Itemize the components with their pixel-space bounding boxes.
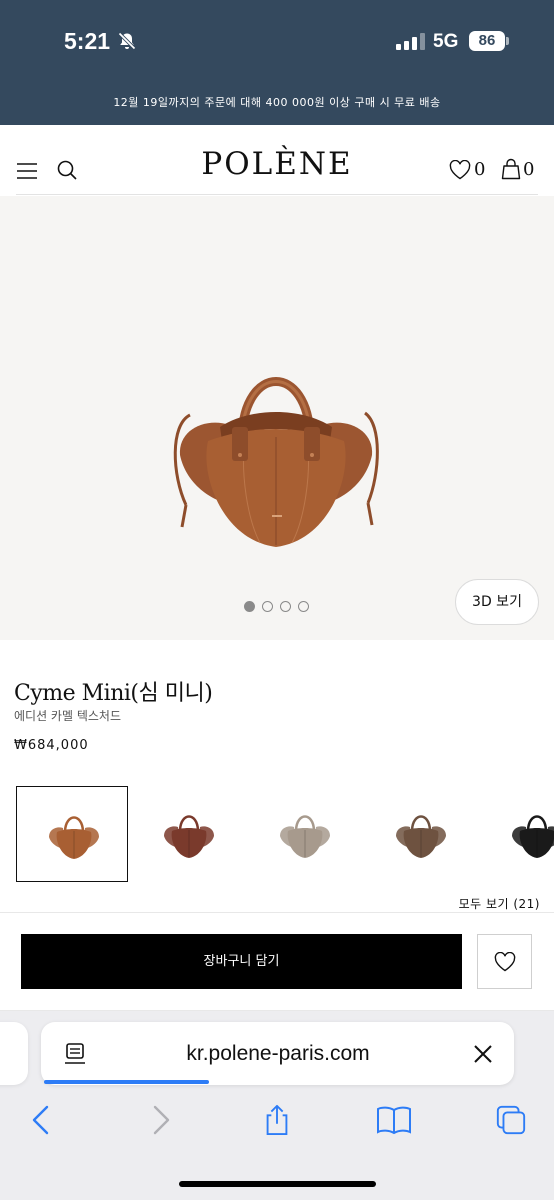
swatch-bag-image bbox=[396, 815, 446, 858]
gallery-dot[interactable] bbox=[244, 601, 255, 612]
wishlist-count: 0 bbox=[474, 159, 486, 180]
gallery-dot[interactable] bbox=[262, 601, 273, 612]
shopping-bag-icon[interactable] bbox=[501, 158, 521, 180]
product-image-bag[interactable] bbox=[160, 355, 392, 555]
heart-icon bbox=[494, 952, 516, 972]
share-icon[interactable] bbox=[262, 1104, 292, 1136]
divider bbox=[0, 912, 554, 913]
product-name: Cyme Mini(심 미니) bbox=[14, 681, 213, 706]
close-icon[interactable] bbox=[473, 1044, 493, 1064]
gallery-dots bbox=[244, 601, 309, 612]
color-swatch[interactable] bbox=[248, 786, 360, 882]
url-text[interactable]: kr.polene-paris.com bbox=[108, 1042, 448, 1066]
product-variant: 에디션 카멜 텍스처드 bbox=[14, 709, 121, 723]
add-to-wishlist-button[interactable] bbox=[477, 934, 532, 989]
wishlist-heart-icon[interactable] bbox=[449, 160, 471, 180]
color-swatch[interactable] bbox=[132, 786, 244, 882]
color-swatch[interactable] bbox=[16, 786, 128, 882]
page-menu-icon[interactable] bbox=[64, 1042, 86, 1066]
see-all-link[interactable]: 모두 보기 (21) bbox=[459, 895, 540, 912]
swatch-bag-image bbox=[164, 815, 214, 858]
gallery-dot[interactable] bbox=[298, 601, 309, 612]
color-swatch[interactable] bbox=[364, 786, 476, 882]
product-price: ₩684,000 bbox=[14, 738, 89, 753]
promo-banner-text: 12월 19일까지의 주문에 대해 400 000원 이상 구매 시 무료 배송 bbox=[113, 96, 441, 109]
swatch-bag-image bbox=[512, 815, 554, 858]
bag-count: 0 bbox=[523, 159, 535, 180]
color-swatch[interactable] bbox=[480, 786, 554, 882]
header-divider bbox=[16, 194, 538, 195]
tabs-icon[interactable] bbox=[494, 1104, 528, 1136]
network-type: 5G bbox=[433, 31, 459, 52]
add-to-cart-button[interactable]: 장바구니 담기 bbox=[21, 934, 462, 989]
swatch-bag-image bbox=[280, 815, 330, 858]
cellular-signal-icon bbox=[396, 33, 425, 50]
forward-chevron-icon[interactable] bbox=[150, 1104, 172, 1136]
bookmarks-icon[interactable] bbox=[376, 1104, 412, 1136]
page-load-progress bbox=[44, 1080, 209, 1084]
gallery-dot[interactable] bbox=[280, 601, 291, 612]
home-indicator bbox=[179, 1181, 376, 1187]
battery-tip bbox=[506, 37, 509, 45]
swatch-bag-image bbox=[49, 816, 99, 859]
status-time: 5:21 bbox=[64, 28, 111, 54]
view-3d-button[interactable]: 3D 보기 bbox=[455, 579, 539, 625]
previous-tab-card[interactable] bbox=[0, 1022, 28, 1085]
battery-indicator: 86 bbox=[469, 31, 505, 51]
bell-slash-icon bbox=[118, 32, 136, 50]
back-chevron-icon[interactable] bbox=[30, 1104, 52, 1136]
